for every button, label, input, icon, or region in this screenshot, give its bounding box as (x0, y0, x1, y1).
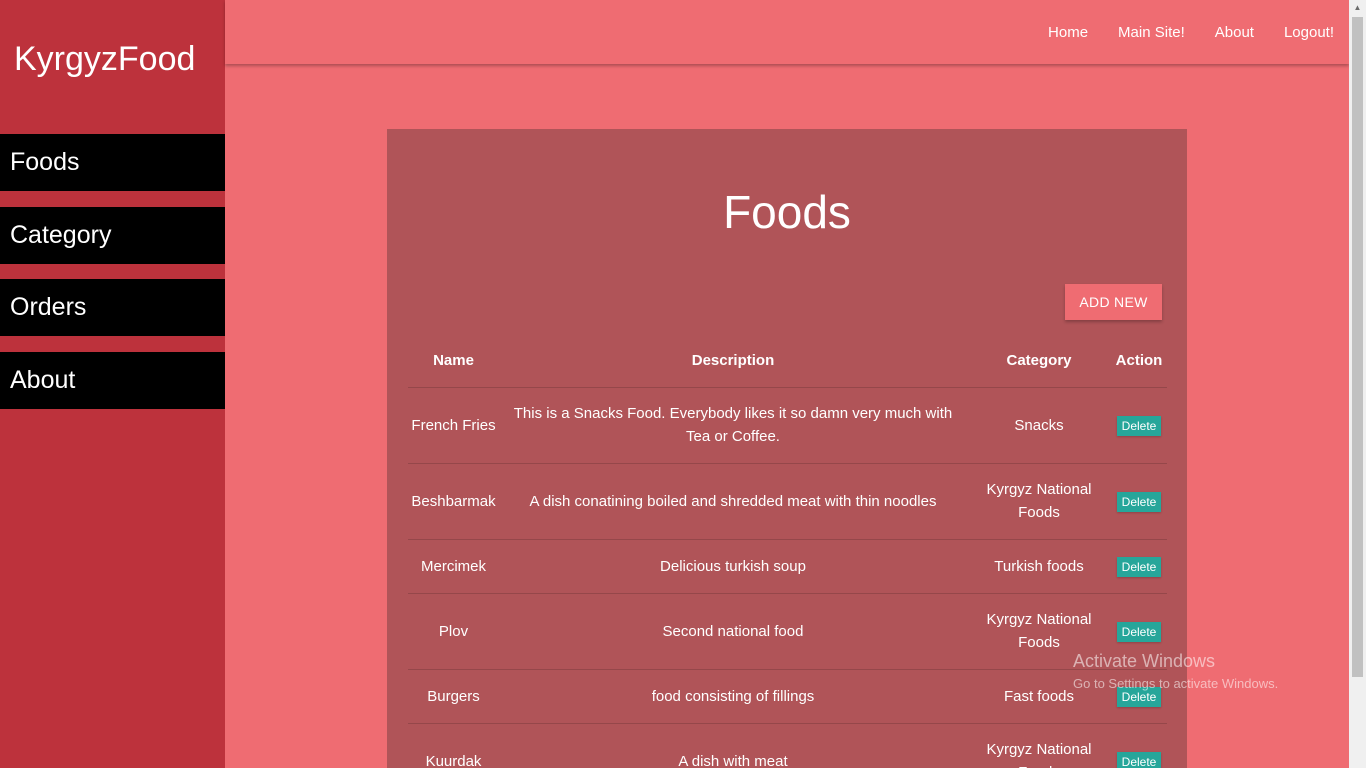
scrollbar-thumb[interactable] (1352, 17, 1363, 677)
cell-description: Second national food (499, 593, 967, 670)
delete-button[interactable]: Delete (1116, 621, 1162, 642)
cell-description: A dish conatining boiled and shredded me… (499, 463, 967, 540)
sidebar-item-foods[interactable]: Foods (0, 134, 225, 191)
cell-description: Delicious turkish soup (499, 539, 967, 594)
sidebar: KyrgyzFood Foods Category Orders About (0, 0, 225, 768)
delete-button[interactable]: Delete (1116, 415, 1162, 436)
cell-action: Delete (1111, 387, 1167, 464)
column-header-category: Category (967, 334, 1111, 388)
sidebar-item-about[interactable]: About (0, 352, 225, 409)
cell-category: Fast foods (967, 669, 1111, 724)
table-row: Burgers food consisting of fillings Fast… (408, 669, 1167, 724)
nav-link-logout[interactable]: Logout! (1269, 24, 1349, 41)
page-title: Foods (723, 186, 851, 238)
table-row: Plov Second national food Kyrgyz Nationa… (408, 593, 1167, 670)
delete-button[interactable]: Delete (1116, 751, 1162, 768)
delete-button[interactable]: Delete (1116, 686, 1162, 707)
cell-name: Plov (408, 593, 499, 670)
table-row: Beshbarmak A dish conatining boiled and … (408, 463, 1167, 540)
top-navbar: Home Main Site! About Logout! (225, 0, 1349, 64)
cell-category: Kyrgyz National Foods (967, 463, 1111, 540)
table-row: Mercimek Delicious turkish soup Turkish … (408, 539, 1167, 594)
nav-link-home[interactable]: Home (1033, 24, 1103, 41)
cell-name: Kuurdak (408, 723, 499, 768)
cell-action: Delete (1111, 723, 1167, 768)
cell-name: French Fries (408, 387, 499, 464)
column-header-name: Name (408, 334, 499, 388)
table-row: Kuurdak A dish with meat Kyrgyz National… (408, 723, 1167, 768)
nav-link-main-site[interactable]: Main Site! (1103, 24, 1200, 41)
cell-action: Delete (1111, 539, 1167, 594)
cell-description: food consisting of fillings (499, 669, 967, 724)
cell-name: Beshbarmak (408, 463, 499, 540)
scroll-up-arrow-icon[interactable]: ▲ (1349, 0, 1366, 16)
cell-name: Mercimek (408, 539, 499, 594)
add-new-button[interactable]: ADD NEW (1065, 284, 1162, 320)
nav-link-about[interactable]: About (1200, 24, 1269, 41)
cell-action: Delete (1111, 593, 1167, 670)
column-header-action: Action (1111, 334, 1167, 388)
cell-category: Kyrgyz National Foods (967, 593, 1111, 670)
cell-description: This is a Snacks Food. Everybody likes i… (499, 387, 967, 464)
vertical-scrollbar[interactable]: ▲ (1349, 0, 1366, 768)
cell-description: A dish with meat (499, 723, 967, 768)
cell-action: Delete (1111, 463, 1167, 540)
sidebar-item-orders[interactable]: Orders (0, 279, 225, 336)
delete-button[interactable]: Delete (1116, 556, 1162, 577)
cell-category: Snacks (967, 387, 1111, 464)
table-row: French Fries This is a Snacks Food. Ever… (408, 387, 1167, 464)
cell-category: Kyrgyz National Foods (967, 723, 1111, 768)
delete-button[interactable]: Delete (1116, 491, 1162, 512)
cell-action: Delete (1111, 669, 1167, 724)
brand-logo[interactable]: KyrgyzFood (14, 40, 195, 79)
top-nav-links: Home Main Site! About Logout! (1033, 0, 1349, 64)
foods-table: Name Description Category Action French … (408, 334, 1167, 768)
cell-category: Turkish foods (967, 539, 1111, 594)
table-header-row: Name Description Category Action (408, 334, 1167, 388)
sidebar-item-category[interactable]: Category (0, 207, 225, 264)
column-header-description: Description (499, 334, 967, 388)
cell-name: Burgers (408, 669, 499, 724)
